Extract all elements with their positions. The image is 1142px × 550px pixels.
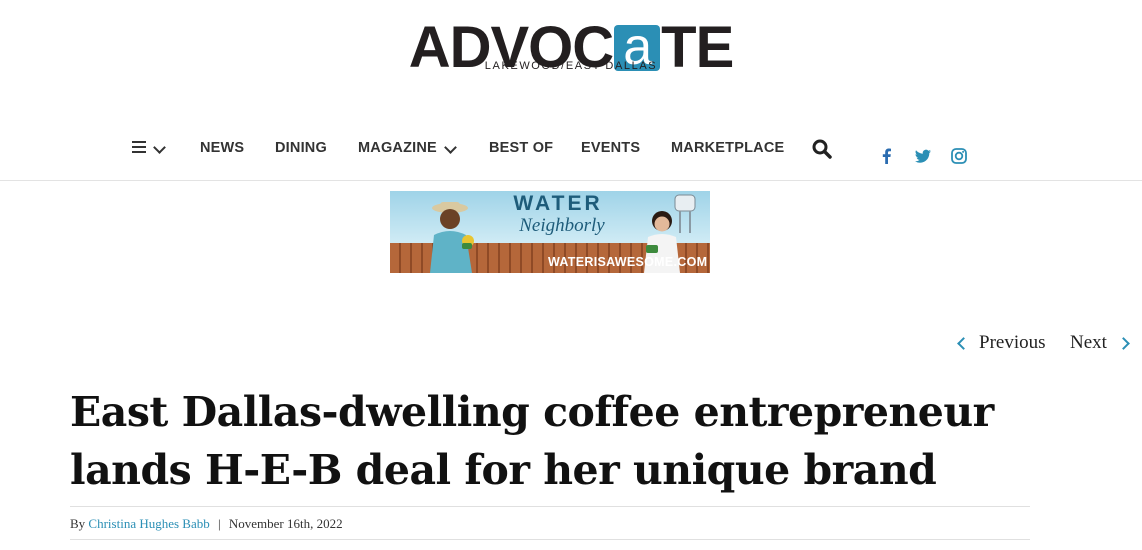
by-label: By <box>70 516 86 531</box>
next-link[interactable]: Next <box>1070 332 1107 354</box>
publish-date: November 16th, 2022 <box>228 516 343 531</box>
menu-icon[interactable] <box>132 141 146 153</box>
byline: By Christina Hughes Babb | November 16th… <box>70 516 343 532</box>
ad-headline: WATER <box>513 192 603 215</box>
ad-banner[interactable]: WATER Neighborly WATERISAWESOME.COM <box>390 191 710 273</box>
nav-item-events[interactable]: EVENTS <box>581 140 640 156</box>
chevron-left-icon[interactable] <box>957 337 970 350</box>
instagram-icon[interactable] <box>950 147 968 165</box>
ad-man-graphic <box>430 202 474 273</box>
main-nav: NEWS DINING MAGAZINE BEST OF EVENTS MARK… <box>0 128 1142 168</box>
byline-divider-bottom <box>70 539 1030 540</box>
byline-divider-top <box>70 506 1030 507</box>
nav-item-marketplace[interactable]: MARKETPLACE <box>671 140 784 156</box>
nav-divider <box>0 180 1142 181</box>
nav-item-magazine[interactable]: MAGAZINE <box>358 140 437 156</box>
search-icon[interactable] <box>812 139 832 159</box>
nav-item-best-of[interactable]: BEST OF <box>489 140 553 156</box>
nav-item-news[interactable]: NEWS <box>200 140 244 156</box>
nav-item-dining[interactable]: DINING <box>275 140 327 156</box>
chevron-right-icon[interactable] <box>1117 337 1130 350</box>
ad-url: WATERISAWESOME.COM <box>548 255 708 269</box>
chevron-down-icon[interactable] <box>153 141 166 154</box>
previous-link[interactable]: Previous <box>979 332 1046 354</box>
article-title: East Dallas-dwelling coffee entrepreneur… <box>70 388 994 494</box>
twitter-icon[interactable] <box>914 147 932 165</box>
logo-tagline: LAKEWOOD/EAST DALLAS <box>484 60 658 72</box>
magazine-chevron-down-icon[interactable] <box>444 141 457 154</box>
ad-subhead: Neighborly <box>519 215 605 236</box>
byline-separator: | <box>218 516 221 531</box>
author-link[interactable]: Christina Hughes Babb <box>88 516 209 531</box>
facebook-icon[interactable] <box>878 147 896 165</box>
